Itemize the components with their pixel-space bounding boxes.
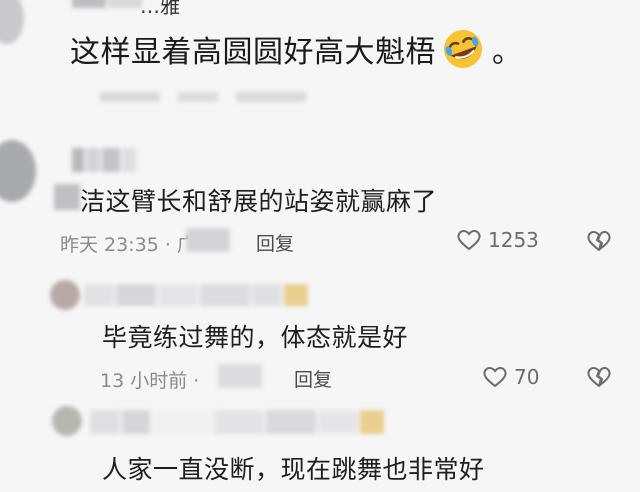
reply-button[interactable]: 回复	[256, 229, 294, 256]
cutoff-text-line	[100, 92, 400, 102]
location-blurred	[218, 364, 262, 388]
reply-text: 毕竟练过舞的，体态就是好	[102, 323, 409, 352]
username-blurred[interactable]	[90, 410, 384, 434]
username-blurred[interactable]	[84, 284, 308, 306]
like-button[interactable]: 1253	[456, 228, 539, 252]
comment-time: 昨天 23:35 · 广	[60, 234, 196, 256]
username-blurred[interactable]	[72, 0, 142, 8]
location-blurred	[186, 228, 230, 252]
heart-outline-icon	[456, 228, 482, 252]
reply-time: 13 小时前 ·	[100, 370, 200, 392]
username-fragment: …雅	[140, 0, 180, 18]
like-count: 70	[514, 365, 540, 389]
text-start-blurred	[54, 184, 80, 210]
reply-text: 人家一直没断，现在跳舞也非常好	[102, 455, 485, 484]
avatar[interactable]	[52, 406, 82, 436]
comment-text-row: 这样显着高圆圆好高大魁梧 。	[70, 26, 523, 72]
avatar[interactable]	[0, 0, 24, 44]
trailing-punct: 。	[492, 35, 523, 70]
comment-text: 洁这臂长和舒展的站姿就赢麻了	[80, 187, 438, 216]
like-count: 1253	[488, 228, 539, 252]
heart-outline-icon	[482, 365, 508, 389]
reply-button[interactable]: 回复	[294, 365, 332, 392]
broken-heart-icon[interactable]	[586, 229, 612, 253]
avatar[interactable]	[0, 140, 36, 202]
username-blurred[interactable]	[72, 148, 136, 172]
rolling-on-floor-laughing-icon	[440, 26, 486, 72]
avatar[interactable]	[50, 280, 80, 310]
comment-text: 这样显着高圆圆好高大魁梧	[70, 35, 436, 70]
broken-heart-icon[interactable]	[586, 365, 612, 389]
like-button[interactable]: 70	[482, 365, 539, 389]
